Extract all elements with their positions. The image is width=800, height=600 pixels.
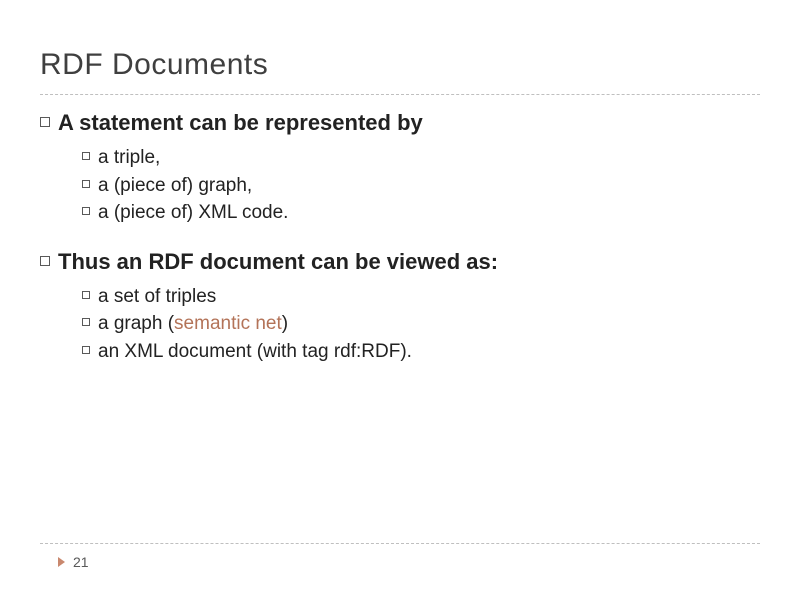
highlight-text: semantic net (174, 313, 282, 334)
content-area: A statement can be represented by a trip… (40, 110, 760, 387)
list-item: an XML document (with tag rdf:RDF). (82, 338, 760, 366)
square-bullet-icon (82, 291, 90, 299)
list-item: a graph (semantic net) (82, 310, 760, 338)
triangle-right-icon (58, 557, 65, 567)
page-title: RDF Documents (40, 48, 268, 82)
list-item: a set of triples (82, 283, 760, 311)
sub-list: a set of triples a graph (semantic net) … (40, 283, 760, 366)
bullet-text: A statement can be represented by (58, 110, 423, 136)
page-number: 21 (58, 554, 89, 570)
square-bullet-icon (82, 152, 90, 160)
text-suffix: ) (282, 313, 288, 334)
bullet-list: A statement can be represented by a trip… (40, 110, 760, 365)
bullet-text: a graph (semantic net) (98, 310, 288, 338)
slide: RDF Documents A statement can be represe… (0, 0, 800, 600)
sub-list: a triple, a (piece of) graph, a (piece o… (40, 144, 760, 227)
bullet-row: Thus an RDF document can be viewed as: (40, 249, 760, 275)
bullet-text: a triple, (98, 144, 160, 172)
bullet-row: A statement can be represented by (40, 110, 760, 136)
list-item: a triple, (82, 144, 760, 172)
square-bullet-icon (82, 346, 90, 354)
bullet-text: a set of triples (98, 283, 216, 311)
list-item: A statement can be represented by a trip… (40, 110, 760, 227)
list-item: a (piece of) graph, (82, 172, 760, 200)
bullet-text: an XML document (with tag rdf:RDF). (98, 338, 412, 366)
page-number-value: 21 (73, 554, 89, 570)
bullet-text: a (piece of) XML code. (98, 199, 288, 227)
square-bullet-icon (82, 207, 90, 215)
list-item: Thus an RDF document can be viewed as: a… (40, 249, 760, 366)
divider-top (40, 94, 760, 95)
list-item: a (piece of) XML code. (82, 199, 760, 227)
square-bullet-icon (82, 318, 90, 326)
divider-bottom (40, 543, 760, 544)
text-prefix: a graph ( (98, 313, 174, 334)
square-bullet-icon (82, 180, 90, 188)
bullet-text: Thus an RDF document can be viewed as: (58, 249, 498, 275)
square-bullet-icon (40, 256, 50, 266)
square-bullet-icon (40, 117, 50, 127)
bullet-text: a (piece of) graph, (98, 172, 252, 200)
